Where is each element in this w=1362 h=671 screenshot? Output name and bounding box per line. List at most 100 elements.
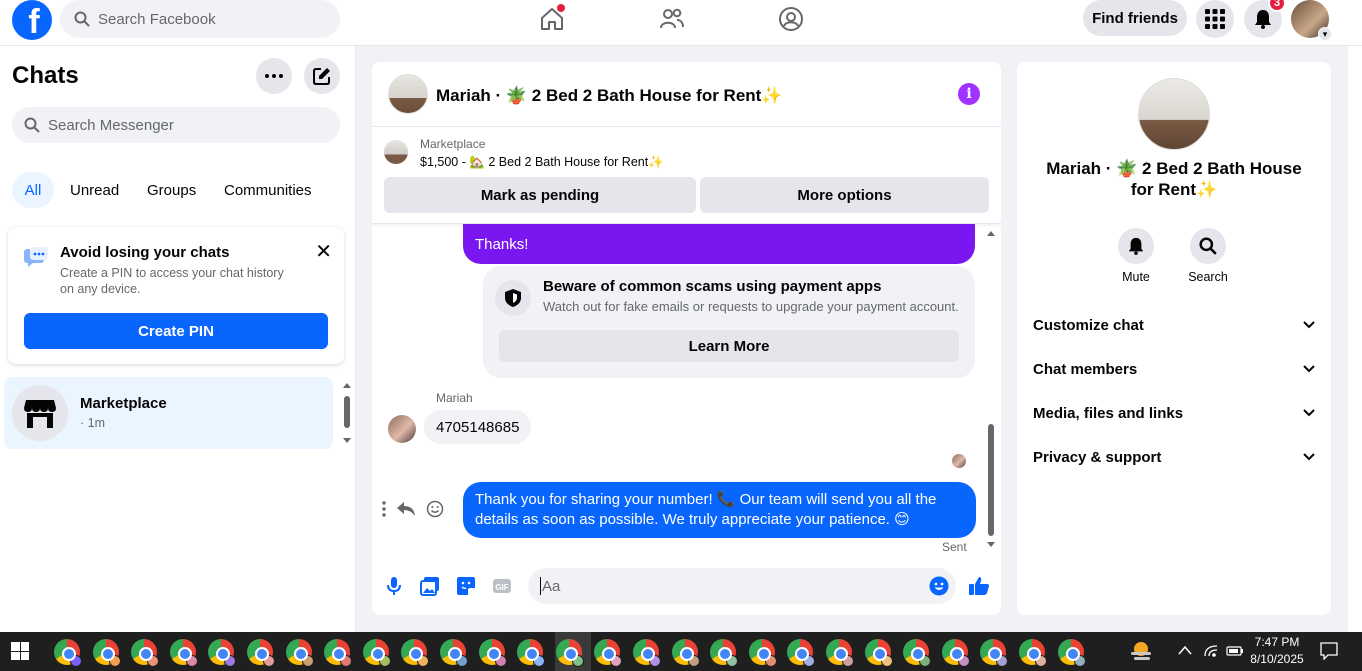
profile-nav-icon[interactable] — [776, 4, 806, 34]
details-avatar[interactable] — [1138, 78, 1210, 150]
home-nav-icon[interactable] — [537, 4, 567, 34]
listing-thumbnail[interactable] — [384, 140, 408, 164]
more-vertical-icon[interactable] — [382, 501, 386, 517]
microphone-icon[interactable] — [383, 575, 405, 597]
facebook-search-placeholder: Search Facebook — [98, 10, 216, 28]
clock-date: 8/10/2025 — [1250, 652, 1304, 666]
chrome-profile-icon[interactable] — [131, 639, 160, 667]
chrome-profile-icon[interactable] — [594, 639, 623, 667]
conversation-header: Mariah · 🪴 2 Bed 2 Bath House for Rent✨ … — [372, 62, 1001, 127]
filter-communities[interactable]: Communities — [224, 172, 312, 208]
filter-groups[interactable]: Groups — [147, 172, 196, 208]
messenger-search-input[interactable]: Search Messenger — [12, 107, 340, 143]
chrome-profile-icon[interactable] — [903, 639, 932, 667]
search-label: Search — [1188, 270, 1228, 284]
chrome-profile-icon[interactable] — [864, 639, 893, 667]
chrome-profile-icon[interactable] — [362, 639, 391, 667]
message-actions — [382, 500, 444, 518]
mark-as-pending-button[interactable]: Mark as pending — [384, 177, 696, 213]
chrome-profile-icon[interactable] — [247, 639, 275, 667]
filter-all[interactable]: All — [12, 172, 54, 208]
find-friends-button[interactable]: Find friends — [1083, 0, 1187, 36]
friends-nav-icon[interactable] — [657, 4, 687, 34]
message-input[interactable]: Aa — [528, 568, 956, 604]
conversation-scrollbar[interactable] — [984, 226, 998, 552]
weather-icon[interactable] — [1128, 640, 1154, 662]
chrome-profile-icon[interactable] — [1019, 639, 1047, 667]
sticker-icon[interactable] — [455, 575, 477, 597]
chat-options-button[interactable] — [256, 58, 292, 94]
chrome-profile-icon[interactable] — [980, 639, 1009, 667]
customize-chat-section[interactable]: Customize chat — [1033, 313, 1315, 337]
listing-price-title[interactable]: $1,500 - 🏡 2 Bed 2 Bath House for Rent✨ — [420, 155, 664, 170]
chrome-profile-icon[interactable] — [555, 639, 584, 667]
chrome-profile-icon[interactable] — [169, 639, 198, 667]
learn-more-button[interactable]: Learn More — [499, 330, 959, 362]
thumbs-up-icon[interactable] — [968, 575, 990, 597]
close-icon[interactable]: ✕ — [315, 239, 332, 264]
emoji-react-icon[interactable] — [426, 500, 444, 518]
system-clock[interactable]: 7:47 PM 8/10/2025 — [1248, 634, 1306, 668]
chrome-profile-icon[interactable] — [748, 639, 777, 667]
privacy-support-label: Privacy & support — [1033, 448, 1162, 466]
chrome-profile-icon[interactable] — [324, 639, 353, 667]
facebook-logo-icon[interactable]: f — [12, 0, 52, 40]
storefront-icon — [12, 385, 68, 441]
info-icon[interactable]: i — [958, 83, 980, 105]
create-pin-button[interactable]: Create PIN — [24, 313, 328, 349]
message-composer: GIF Aa — [372, 567, 1001, 607]
photo-icon[interactable] — [419, 575, 441, 597]
chrome-profile-icon[interactable] — [671, 639, 700, 667]
chrome-profile-icon[interactable] — [787, 639, 816, 667]
filter-unread[interactable]: Unread — [70, 172, 119, 208]
incoming-message[interactable]: 4705148685 — [424, 410, 532, 444]
reply-icon[interactable] — [396, 501, 416, 517]
notification-center-icon[interactable] — [1320, 642, 1338, 660]
battery-icon[interactable] — [1226, 645, 1244, 657]
chrome-profile-icon[interactable] — [826, 639, 854, 667]
chrome-profile-icon[interactable] — [208, 639, 237, 667]
chrome-profile-icon[interactable] — [92, 639, 121, 667]
chrome-profile-icon[interactable] — [478, 639, 507, 667]
chrome-profile-icon[interactable] — [54, 639, 82, 667]
chrome-profile-icon[interactable] — [285, 639, 314, 667]
chat-members-section[interactable]: Chat members — [1033, 357, 1315, 381]
scam-warning-title: Beware of common scams using payment app… — [543, 278, 882, 295]
windows-start-icon[interactable] — [11, 642, 29, 660]
chrome-profile-icon[interactable] — [941, 639, 970, 667]
chrome-profile-icon[interactable] — [633, 639, 661, 667]
mute-action[interactable]: Mute — [1106, 228, 1166, 284]
chrome-profile-icon[interactable] — [440, 639, 468, 667]
facebook-search-input[interactable]: Search Facebook — [60, 0, 340, 38]
search-icon — [1190, 228, 1226, 264]
chrome-profile-icon[interactable] — [710, 639, 739, 667]
chrome-profile-icon[interactable] — [1057, 639, 1086, 667]
chevron-down-icon — [1303, 409, 1315, 417]
conversation-item[interactable]: Marketplace · 1m — [4, 377, 333, 449]
pin-card-text: Create a PIN to access your chat history… — [60, 266, 284, 296]
privacy-support-section[interactable]: Privacy & support — [1033, 445, 1315, 469]
emoji-icon[interactable] — [928, 575, 950, 597]
notifications-button[interactable]: 3 — [1244, 0, 1286, 38]
read-receipt-avatar — [952, 454, 966, 468]
outgoing-message-latest[interactable]: Thank you for sharing your number! 📞 Our… — [463, 482, 976, 538]
media-files-links-section[interactable]: Media, files and links — [1033, 401, 1315, 425]
gif-icon[interactable]: GIF — [491, 575, 513, 597]
wifi-icon[interactable] — [1203, 644, 1219, 658]
page-scrollbar[interactable] — [1348, 46, 1362, 632]
menu-grid-button[interactable] — [1196, 0, 1234, 38]
chrome-profile-icon[interactable] — [401, 639, 430, 667]
search-action[interactable]: Search — [1178, 228, 1238, 284]
new-message-button[interactable] — [304, 58, 340, 94]
conversation-avatar[interactable] — [388, 74, 428, 114]
more-options-button[interactable]: More options — [700, 177, 989, 213]
chevron-up-icon[interactable] — [1178, 645, 1192, 655]
account-avatar[interactable]: ▾ — [1291, 0, 1332, 41]
conversation-time: · 1m — [80, 416, 105, 430]
outgoing-message-thanks[interactable]: Thanks! — [463, 224, 975, 264]
conversation-title[interactable]: Mariah · 🪴 2 Bed 2 Bath House for Rent✨ — [436, 86, 783, 106]
sender-avatar[interactable] — [388, 415, 416, 443]
chrome-profile-icon[interactable] — [517, 639, 546, 667]
sidebar-scrollbar[interactable] — [340, 380, 354, 446]
pin-card-title: Avoid losing your chats — [60, 244, 230, 261]
